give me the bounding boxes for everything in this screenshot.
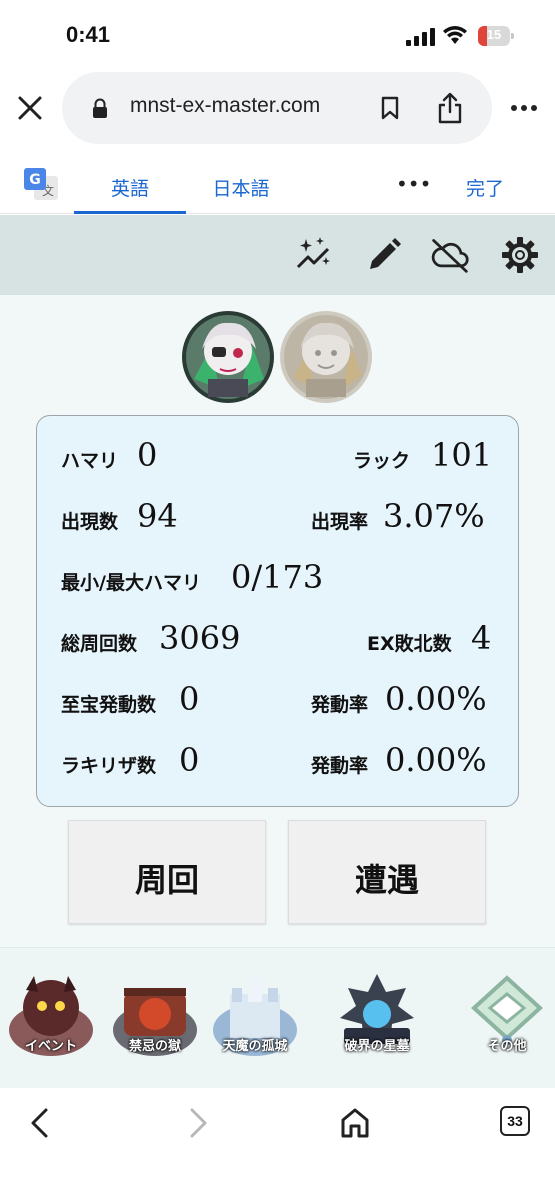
character-avatar-active[interactable] <box>180 309 276 405</box>
appearance-rate-label: 出現率 <box>311 511 369 533</box>
signal-icon <box>406 28 435 46</box>
status-time: 0:41 <box>66 22 111 47</box>
treasure-activation-value: 0 <box>179 680 200 718</box>
stats-card: ハマリ 0 ラック 101 出現数 94 出現率 3.07% 最小/最大ハマリ … <box>36 415 519 807</box>
appearance-count-label: 出現数 <box>61 511 119 533</box>
treasure-rate-value: 0.00% <box>385 680 487 718</box>
edit-pencil-icon[interactable] <box>364 235 404 275</box>
address-bar[interactable]: mnst-ex-master.com <box>62 72 492 144</box>
translate-done-button[interactable]: 完了 <box>466 174 504 201</box>
stat-row-appearance: 出現数 94 出現率 3.07% <box>37 497 520 537</box>
character-avatar-inactive[interactable] <box>278 309 374 405</box>
total-laps-label: 総周回数 <box>61 633 138 655</box>
appearance-rate-value: 3.07% <box>383 497 485 535</box>
back-icon[interactable] <box>24 1106 58 1140</box>
forward-icon <box>190 1108 207 1138</box>
site-header <box>0 215 555 295</box>
browser-toolbar: mnst-ex-master.com <box>0 70 555 146</box>
luckyreza-count-value: 0 <box>179 741 200 779</box>
google-translate-icon[interactable]: 文 G <box>24 168 58 202</box>
stat-row-luckyreza: ラキリザ数 0 発動率 0.00% <box>37 741 520 781</box>
hamari-value: 0 <box>137 436 158 474</box>
category-forbidden-prison-label: 禁忌の獄 <box>128 1039 181 1054</box>
hamari-label: ハマリ <box>61 450 119 472</box>
battery-level: 15 <box>486 27 502 42</box>
main-content: ハマリ 0 ラック 101 出現数 94 出現率 3.07% 最小/最大ハマリ … <box>0 295 555 947</box>
luckyreza-count-label: ラキリザ数 <box>61 755 157 777</box>
treasure-activation-label: 至宝発動数 <box>61 694 157 716</box>
category-bar: イベント 禁忌の獄 天魔の孤城 破界の星墓 その他 <box>0 947 555 1088</box>
luck-value: 101 <box>431 436 493 474</box>
stat-row-total-laps: 総周回数 3069 EX敗北数 4 <box>37 619 520 659</box>
url-text: mnst-ex-master.com <box>130 94 321 117</box>
status-bar: 0:41 15 <box>0 0 555 70</box>
treasure-rate-label: 発動率 <box>311 694 369 716</box>
wifi-icon <box>443 26 467 44</box>
lap-button[interactable]: 周回 <box>68 820 266 924</box>
home-icon[interactable] <box>338 1106 372 1140</box>
total-laps-value: 3069 <box>159 619 241 657</box>
stat-row-treasure: 至宝発動数 0 発動率 0.00% <box>37 680 520 720</box>
category-hakai-star-tomb[interactable]: 破界の星墓 <box>332 970 422 1060</box>
luckyreza-rate-value: 0.00% <box>385 741 487 779</box>
settings-gear-icon[interactable] <box>500 235 540 275</box>
category-event[interactable]: イベント <box>6 970 96 1060</box>
category-event-label: イベント <box>24 1039 77 1054</box>
encounter-button[interactable]: 遭遇 <box>288 820 486 924</box>
category-tenma-castle-label: 天魔の孤城 <box>222 1039 288 1054</box>
battery-icon: 15 <box>478 26 514 46</box>
active-tab-indicator <box>74 211 186 214</box>
appearance-count-value: 94 <box>137 497 178 535</box>
sparkle-chart-icon[interactable] <box>294 235 334 275</box>
category-other-label: その他 <box>487 1039 527 1054</box>
stat-row-min-max: 最小/最大ハマリ 0/173 <box>37 558 520 598</box>
luck-label: ラック <box>353 450 411 472</box>
translate-more-button[interactable]: ••• <box>396 172 431 196</box>
tab-target-language[interactable]: 日本語 <box>196 160 286 214</box>
category-other[interactable]: その他 <box>462 970 552 1060</box>
share-icon[interactable] <box>436 92 464 124</box>
category-tenma-castle[interactable]: 天魔の孤城 <box>210 970 300 1060</box>
min-max-hamari-label: 最小/最大ハマリ <box>61 572 201 594</box>
ex-defeat-value: 4 <box>471 619 492 657</box>
stat-row-hamari: ハマリ 0 ラック 101 <box>37 436 520 476</box>
luckyreza-rate-label: 発動率 <box>311 755 369 777</box>
ex-defeat-label: EX敗北数 <box>367 633 452 655</box>
svg-text:G: G <box>29 172 41 188</box>
tab-source-language[interactable]: 英語 <box>74 160 186 214</box>
close-icon[interactable] <box>16 94 44 122</box>
category-forbidden-prison[interactable]: 禁忌の獄 <box>110 970 200 1060</box>
browser-bottom-nav: 33 <box>0 1088 555 1200</box>
lock-icon <box>93 98 107 118</box>
category-hakai-star-tomb-label: 破界の星墓 <box>344 1039 410 1054</box>
tab-count-button[interactable]: 33 <box>500 1106 530 1136</box>
bookmark-icon[interactable] <box>380 96 400 120</box>
min-max-hamari-value: 0/173 <box>231 558 324 596</box>
translate-bar: 文 G 英語 日本語 ••• 完了 <box>0 160 555 214</box>
cloud-off-icon[interactable] <box>430 235 470 275</box>
more-options-icon[interactable] <box>510 94 538 122</box>
